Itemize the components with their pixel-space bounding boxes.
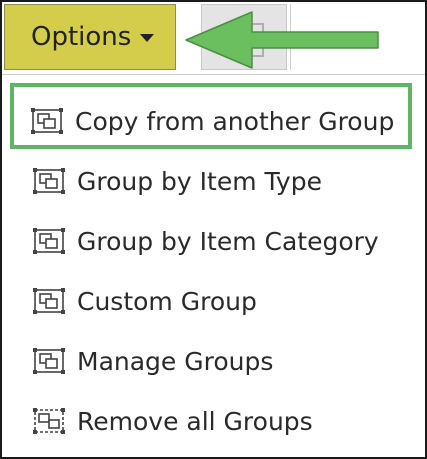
menu-item-label: Copy from another Group — [75, 106, 395, 136]
caret-down-icon — [140, 34, 155, 42]
screenshot-frame: Options Copy from another Group Group by… — [0, 0, 427, 459]
options-menu: Copy from another Group Group by Item Ty… — [2, 74, 425, 457]
menu-item-label: Group by Item Category — [77, 226, 379, 256]
menu-item-label: Custom Group — [77, 286, 257, 316]
menu-item-label: Group by Item Type — [77, 166, 322, 196]
menu-item-group-by-item-type[interactable]: Group by Item Type — [32, 162, 322, 200]
toolbar-field[interactable] — [290, 4, 425, 70]
menu-item-remove-all-groups[interactable]: Remove all Groups — [32, 402, 313, 440]
menu-item-copy-from-another-group[interactable]: Copy from another Group — [30, 102, 394, 140]
menu-item-label: Remove all Groups — [77, 406, 313, 436]
group-icon — [31, 108, 63, 134]
ungroup-icon — [33, 408, 65, 434]
group-icon — [33, 348, 65, 374]
options-label: Options — [31, 22, 132, 52]
toolbar: Options — [2, 2, 425, 74]
group-icon — [33, 168, 65, 194]
menu-item-manage-groups[interactable]: Manage Groups — [32, 342, 273, 380]
group-icon — [33, 228, 65, 254]
menu-item-label: Manage Groups — [77, 346, 274, 376]
group-icon — [33, 288, 65, 314]
menu-item-custom-group[interactable]: Custom Group — [32, 282, 257, 320]
toolbar-button-icon — [224, 23, 264, 57]
menu-item-group-by-item-category[interactable]: Group by Item Category — [32, 222, 379, 260]
options-dropdown-button[interactable]: Options — [4, 4, 176, 70]
toolbar-button[interactable] — [201, 4, 287, 70]
